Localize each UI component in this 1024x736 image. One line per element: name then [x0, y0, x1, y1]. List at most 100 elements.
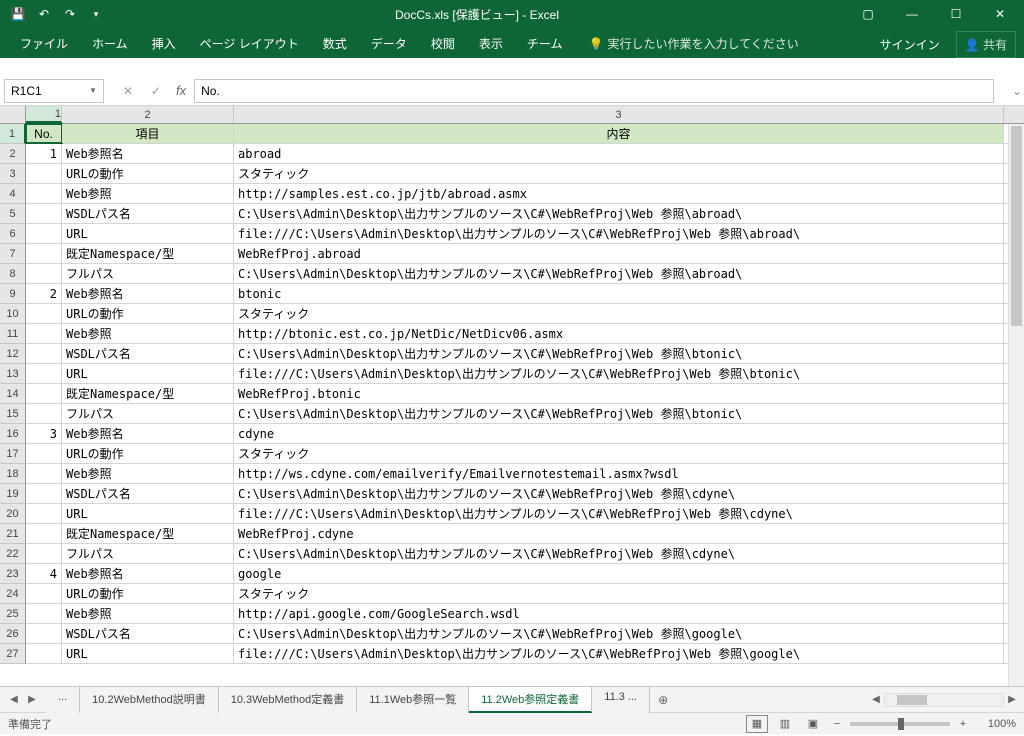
ribbon-tab[interactable]: 挿入 — [140, 29, 188, 58]
cell[interactable] — [26, 444, 62, 463]
sheet-tab[interactable]: 11.1Web参照一覧 — [357, 687, 469, 713]
ribbon-tab[interactable]: チーム — [515, 29, 575, 58]
row-header[interactable]: 24 — [0, 584, 26, 604]
zoom-out-button[interactable]: − — [830, 718, 844, 730]
cell[interactable]: WSDLパス名 — [62, 204, 234, 223]
cell[interactable] — [26, 244, 62, 263]
sheet-tab[interactable]: 10.2WebMethod説明書 — [80, 687, 219, 713]
row-header[interactable]: 23 — [0, 564, 26, 584]
cell[interactable] — [26, 224, 62, 243]
cell[interactable]: URL — [62, 224, 234, 243]
ribbon-tab[interactable]: 数式 — [311, 29, 359, 58]
cell[interactable]: 項目 — [62, 124, 234, 143]
cell[interactable]: Web参照 — [62, 184, 234, 203]
zoom-slider[interactable] — [850, 722, 950, 726]
cell[interactable] — [26, 584, 62, 603]
row-header[interactable]: 18 — [0, 464, 26, 484]
cell[interactable]: URLの動作 — [62, 444, 234, 463]
cell[interactable]: http://btonic.est.co.jp/NetDic/NetDicv06… — [234, 324, 1004, 343]
cell[interactable]: C:\Users\Admin\Desktop\出力サンプルのソース\C#\Web… — [234, 204, 1004, 223]
cell[interactable]: 既定Namespace/型 — [62, 524, 234, 543]
sheet-nav-next[interactable]: ▶ — [24, 690, 40, 710]
row-header[interactable]: 21 — [0, 524, 26, 544]
cell[interactable]: URL — [62, 364, 234, 383]
cell[interactable]: btonic — [234, 284, 1004, 303]
cancel-icon[interactable]: ✕ — [116, 80, 140, 102]
cell[interactable]: スタティック — [234, 444, 1004, 463]
cell[interactable]: フルパス — [62, 404, 234, 423]
cell[interactable] — [26, 184, 62, 203]
fx-icon[interactable]: fx — [176, 83, 186, 98]
maximize-button[interactable]: ☐ — [936, 0, 976, 28]
row-header[interactable]: 15 — [0, 404, 26, 424]
cell[interactable]: cdyne — [234, 424, 1004, 443]
sheet-tab[interactable]: ... — [46, 687, 80, 713]
row-header[interactable]: 8 — [0, 264, 26, 284]
ribbon-tab[interactable]: 表示 — [467, 29, 515, 58]
cell[interactable]: 内容 — [234, 124, 1004, 143]
row-header[interactable]: 9 — [0, 284, 26, 304]
row-header[interactable]: 12 — [0, 344, 26, 364]
cell[interactable]: C:\Users\Admin\Desktop\出力サンプルのソース\C#\Web… — [234, 344, 1004, 363]
hscroll-right-icon[interactable]: ▶ — [1004, 690, 1020, 710]
ribbon-tab[interactable]: ファイル — [8, 29, 80, 58]
signin-button[interactable]: サインイン — [872, 32, 948, 57]
cell[interactable]: WSDLパス名 — [62, 624, 234, 643]
close-button[interactable]: ✕ — [980, 0, 1020, 28]
cell[interactable] — [26, 384, 62, 403]
scrollbar-thumb[interactable] — [1011, 126, 1022, 326]
cell[interactable]: Web参照名 — [62, 144, 234, 163]
cell[interactable]: WSDLパス名 — [62, 484, 234, 503]
row-header[interactable]: 5 — [0, 204, 26, 224]
view-pagelayout-icon[interactable]: ▥ — [774, 715, 796, 733]
cell[interactable]: スタティック — [234, 304, 1004, 323]
share-button[interactable]: 👤 共有 — [956, 31, 1016, 58]
enter-icon[interactable]: ✓ — [144, 80, 168, 102]
cell[interactable]: file:///C:\Users\Admin\Desktop\出力サンプルのソー… — [234, 364, 1004, 383]
view-normal-icon[interactable]: ▦ — [746, 715, 768, 733]
cell[interactable]: C:\Users\Admin\Desktop\出力サンプルのソース\C#\Web… — [234, 264, 1004, 283]
cell[interactable]: URLの動作 — [62, 304, 234, 323]
col-header-3[interactable]: 3 — [234, 106, 1004, 123]
cell[interactable]: C:\Users\Admin\Desktop\出力サンプルのソース\C#\Web… — [234, 624, 1004, 643]
cell[interactable] — [26, 404, 62, 423]
minimize-button[interactable]: — — [892, 0, 932, 28]
cell[interactable]: Web参照名 — [62, 564, 234, 583]
row-header[interactable]: 6 — [0, 224, 26, 244]
tell-me[interactable]: 💡 実行したい作業を入力してください — [576, 29, 810, 58]
cell[interactable]: 既定Namespace/型 — [62, 384, 234, 403]
row-header[interactable]: 25 — [0, 604, 26, 624]
cell[interactable] — [26, 204, 62, 223]
row-header[interactable]: 22 — [0, 544, 26, 564]
scrollbar-thumb[interactable] — [897, 695, 927, 705]
cell[interactable]: Web参照 — [62, 324, 234, 343]
horizontal-scrollbar[interactable] — [884, 693, 1004, 707]
cell[interactable]: WSDLパス名 — [62, 344, 234, 363]
cell[interactable]: http://samples.est.co.jp/jtb/abroad.asmx — [234, 184, 1004, 203]
name-box[interactable]: R1C1 ▼ — [4, 79, 104, 103]
cell[interactable] — [26, 524, 62, 543]
zoom-in-button[interactable]: + — [956, 718, 970, 730]
col-header-1[interactable]: 1 — [26, 106, 62, 123]
row-header[interactable]: 3 — [0, 164, 26, 184]
row-header[interactable]: 1 — [0, 124, 26, 144]
cell[interactable]: google — [234, 564, 1004, 583]
cell[interactable]: C:\Users\Admin\Desktop\出力サンプルのソース\C#\Web… — [234, 404, 1004, 423]
row-header[interactable]: 16 — [0, 424, 26, 444]
cell[interactable]: C:\Users\Admin\Desktop\出力サンプルのソース\C#\Web… — [234, 544, 1004, 563]
cell[interactable] — [26, 484, 62, 503]
cell[interactable]: Web参照名 — [62, 284, 234, 303]
cell[interactable]: スタティック — [234, 584, 1004, 603]
cell[interactable]: file:///C:\Users\Admin\Desktop\出力サンプルのソー… — [234, 224, 1004, 243]
expand-formula-icon[interactable]: ⌄ — [1010, 84, 1024, 98]
cells-area[interactable]: No.項目内容1Web参照名abroadURLの動作スタティックWeb参照htt… — [26, 124, 1024, 664]
cell[interactable]: 3 — [26, 424, 62, 443]
cell[interactable]: http://ws.cdyne.com/emailverify/Emailver… — [234, 464, 1004, 483]
qat-dropdown-icon[interactable]: ▾ — [86, 4, 106, 24]
sheet-tab[interactable]: 11.2Web参照定義書 — [469, 687, 592, 713]
cell[interactable] — [26, 504, 62, 523]
vertical-scrollbar[interactable] — [1008, 124, 1024, 686]
sheet-nav-prev[interactable]: ◀ — [6, 690, 22, 710]
cell[interactable]: 既定Namespace/型 — [62, 244, 234, 263]
row-header[interactable]: 7 — [0, 244, 26, 264]
